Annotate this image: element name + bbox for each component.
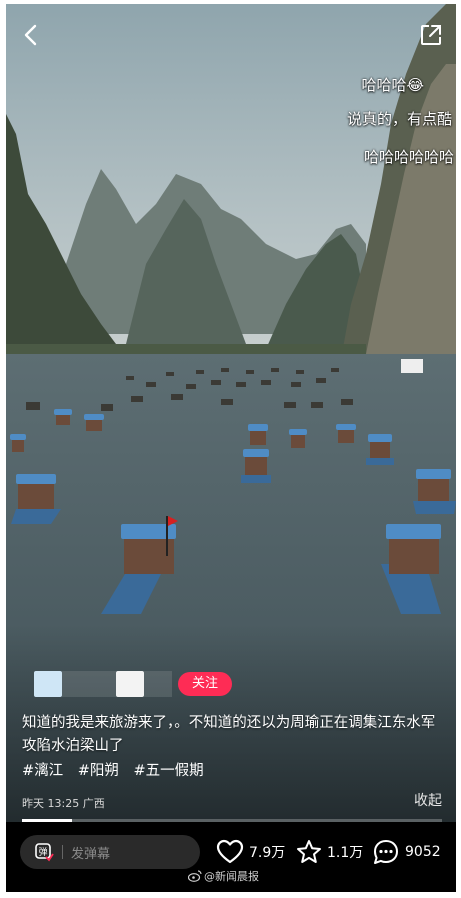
- danmu-comment[interactable]: 哈哈哈哈哈哈: [364, 146, 454, 167]
- danmaku-input[interactable]: 弹 发弹幕: [20, 835, 200, 869]
- author-row: 关注: [34, 670, 233, 698]
- raft: [248, 424, 268, 445]
- hashtag-link[interactable]: #五一假期: [134, 763, 204, 779]
- hashtag-link[interactable]: #阳朔: [78, 763, 119, 779]
- source-watermark: @新闻晨报: [188, 868, 259, 884]
- raft: [11, 474, 61, 524]
- star-icon: [297, 840, 321, 863]
- share-button[interactable]: [414, 18, 448, 52]
- raft: [54, 409, 72, 425]
- comment-button[interactable]: 9052: [372, 835, 441, 869]
- share-out-icon: [421, 25, 441, 45]
- author-badge: [116, 671, 144, 697]
- author-extra-blurred: [144, 671, 172, 697]
- post-time: 昨天 13:25: [22, 797, 80, 810]
- follow-button[interactable]: 关注: [178, 672, 233, 696]
- author-name-blurred[interactable]: [62, 671, 116, 697]
- danmaku-placeholder: 发弹幕: [71, 846, 111, 862]
- phone-frame: 哈哈哈😂 说真的，有点酷 哈哈哈哈哈哈 关注 知道的我是来旅游来了，。不知道的还…: [0, 0, 461, 898]
- favorite-button[interactable]: 1.1万: [296, 835, 363, 869]
- hashtag-link[interactable]: #漓江: [22, 763, 63, 779]
- danmaku-toggle-icon[interactable]: 弹: [34, 842, 54, 862]
- raft: [10, 434, 26, 452]
- cruise-boat: [401, 359, 423, 373]
- raft: [366, 434, 394, 465]
- back-button[interactable]: [14, 18, 48, 52]
- like-button[interactable]: 7.9万: [216, 835, 285, 869]
- video-caption[interactable]: 知道的我是来旅游来了，。不知道的还以为周瑜正在调集江东水军攻陷水泊梁山了: [22, 712, 442, 758]
- raft: [289, 429, 307, 448]
- weibo-logo-icon: [188, 870, 202, 882]
- raft: [336, 424, 356, 443]
- collapse-button[interactable]: 收起: [414, 790, 442, 810]
- heart-icon: [216, 839, 244, 864]
- raft: [241, 449, 271, 483]
- hashtag-list: #漓江 #阳朔 #五一假期: [22, 759, 214, 780]
- raft: [84, 414, 104, 431]
- avatar[interactable]: [34, 671, 62, 697]
- danmu-comment[interactable]: 说真的，有点酷: [347, 108, 452, 129]
- favorite-count: 1.1万: [327, 845, 364, 861]
- watermark-text: @新闻晨报: [204, 870, 259, 883]
- video-screen[interactable]: 哈哈哈😂 说真的，有点酷 哈哈哈哈哈哈 关注 知道的我是来旅游来了，。不知道的还…: [6, 4, 456, 892]
- like-count: 7.9万: [249, 845, 286, 861]
- svg-text:弹: 弹: [38, 846, 47, 858]
- danmu-comment[interactable]: 哈哈哈😂: [361, 74, 424, 95]
- post-location: 广西: [82, 797, 105, 810]
- comment-bubble-icon: [374, 840, 398, 864]
- divider: [62, 845, 63, 859]
- post-meta: 昨天 13:25 广西: [22, 795, 105, 811]
- chevron-left-icon: [24, 24, 37, 46]
- comment-count: 9052: [405, 844, 441, 860]
